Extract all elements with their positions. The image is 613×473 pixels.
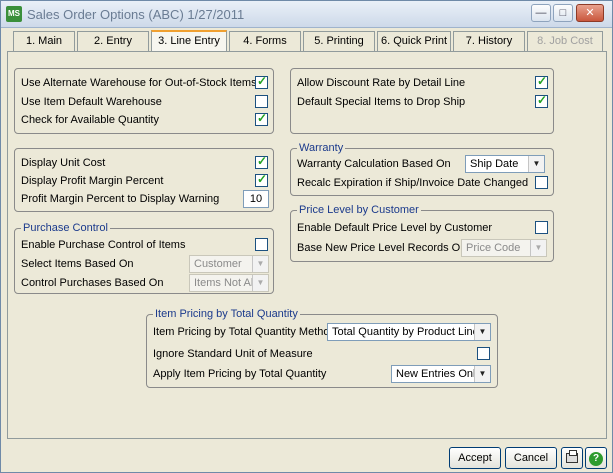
warranty-calc-label: Warranty Calculation Based On xyxy=(297,158,451,170)
chevron-down-icon: ▼ xyxy=(474,366,490,382)
pricing-method-select[interactable]: Total Quantity by Product Line ▼ xyxy=(327,323,491,341)
recalc-expiration-label: Recalc Expiration if Ship/Invoice Date C… xyxy=(297,177,529,189)
line-entry-panel: Use Alternate Warehouse for Out-of-Stock… xyxy=(7,51,607,439)
item-pricing-group: Item Pricing by Total Quantity Item Pric… xyxy=(146,308,498,388)
accept-button[interactable]: Accept xyxy=(449,447,501,469)
chevron-down-icon: ▼ xyxy=(530,240,546,256)
price-level-legend: Price Level by Customer xyxy=(297,204,421,216)
enable-purchase-control-label: Enable Purchase Control of Items xyxy=(21,239,186,251)
enable-purchase-control-checkbox[interactable] xyxy=(255,238,268,251)
purchase-control-group: Purchase Control Enable Purchase Control… xyxy=(14,222,274,294)
purchase-control-legend: Purchase Control xyxy=(21,222,110,234)
maximize-button[interactable]: □ xyxy=(553,4,573,22)
warranty-calc-select[interactable]: Ship Date ▼ xyxy=(465,155,545,173)
tab-history[interactable]: 7. History xyxy=(453,31,525,51)
item-pricing-legend: Item Pricing by Total Quantity xyxy=(153,308,300,320)
pricing-method-label: Item Pricing by Total Quantity Method xyxy=(153,326,336,338)
tab-forms[interactable]: 4. Forms xyxy=(229,31,301,51)
base-price-level-select: Price Code ▼ xyxy=(461,239,547,257)
item-default-warehouse-checkbox[interactable] xyxy=(255,95,268,108)
apply-pricing-label: Apply Item Pricing by Total Quantity xyxy=(153,368,327,380)
display-unit-cost-checkbox[interactable] xyxy=(255,154,268,169)
help-icon: ? xyxy=(589,452,603,466)
help-button[interactable]: ? xyxy=(585,447,607,469)
app-icon: MS xyxy=(6,6,22,22)
select-items-select: Customer ▼ xyxy=(189,255,269,273)
warehouse-group: Use Alternate Warehouse for Out-of-Stock… xyxy=(14,68,274,134)
print-button[interactable] xyxy=(561,447,583,469)
window-title: Sales Order Options (ABC) 1/27/2011 xyxy=(27,7,245,22)
warranty-calc-value: Ship Date xyxy=(470,158,519,170)
tab-main[interactable]: 1. Main xyxy=(13,31,75,51)
discount-group: Allow Discount Rate by Detail Line Defau… xyxy=(290,68,554,134)
display-unit-cost-label: Display Unit Cost xyxy=(21,157,106,169)
tab-quick-print[interactable]: 6. Quick Print xyxy=(377,31,451,51)
warranty-legend: Warranty xyxy=(297,142,346,154)
warranty-group: Warranty Warranty Calculation Based On S… xyxy=(290,142,554,196)
check-quantity-label: Check for Available Quantity xyxy=(21,114,159,126)
drop-ship-label: Default Special Items to Drop Ship xyxy=(297,96,466,108)
tab-strip: 1. Main 2. Entry 3. Line Entry 4. Forms … xyxy=(7,30,607,52)
enable-price-level-label: Enable Default Price Level by Customer xyxy=(297,222,493,234)
recalc-expiration-checkbox[interactable] xyxy=(535,176,548,189)
display-profit-margin-label: Display Profit Margin Percent xyxy=(21,175,164,187)
chevron-down-icon: ▼ xyxy=(474,324,490,340)
base-price-level-value: Price Code xyxy=(466,242,521,254)
item-default-warehouse-label: Use Item Default Warehouse xyxy=(21,96,162,108)
ignore-uom-label: Ignore Standard Unit of Measure xyxy=(153,348,313,360)
price-level-group: Price Level by Customer Enable Default P… xyxy=(290,204,554,262)
allow-discount-label: Allow Discount Rate by Detail Line xyxy=(297,77,466,89)
profit-warning-input[interactable]: 10 xyxy=(243,190,269,208)
base-price-level-label: Base New Price Level Records On xyxy=(297,242,467,254)
pricing-method-value: Total Quantity by Product Line xyxy=(332,326,479,338)
drop-ship-checkbox[interactable] xyxy=(535,93,548,108)
enable-price-level-checkbox[interactable] xyxy=(535,221,548,234)
printer-icon xyxy=(566,450,578,463)
allow-discount-checkbox[interactable] xyxy=(535,74,548,89)
alt-warehouse-checkbox[interactable] xyxy=(255,74,268,89)
close-button[interactable]: ✕ xyxy=(576,4,604,22)
chevron-down-icon: ▼ xyxy=(528,156,544,172)
select-items-label: Select Items Based On xyxy=(21,258,134,270)
chevron-down-icon: ▼ xyxy=(252,275,268,291)
chevron-down-icon: ▼ xyxy=(252,256,268,272)
cancel-button[interactable]: Cancel xyxy=(505,447,557,469)
tab-entry[interactable]: 2. Entry xyxy=(77,31,149,51)
select-items-value: Customer xyxy=(194,258,242,270)
tab-line-entry[interactable]: 3. Line Entry xyxy=(151,30,227,52)
ignore-uom-checkbox[interactable] xyxy=(477,347,490,360)
apply-pricing-value: New Entries Only xyxy=(396,368,481,380)
tab-printing[interactable]: 5. Printing xyxy=(303,31,375,51)
check-quantity-checkbox[interactable] xyxy=(255,111,268,126)
title-bar: MS Sales Order Options (ABC) 1/27/2011 —… xyxy=(1,1,612,28)
sales-order-options-window: MS Sales Order Options (ABC) 1/27/2011 —… xyxy=(0,0,613,473)
control-purchases-select: Items Not Allowed ▼ xyxy=(189,274,269,292)
control-purchases-label: Control Purchases Based On xyxy=(21,277,164,289)
display-profit-margin-checkbox[interactable] xyxy=(255,172,268,187)
tab-job-cost: 8. Job Cost xyxy=(527,31,603,51)
minimize-button[interactable]: — xyxy=(531,4,551,22)
apply-pricing-select[interactable]: New Entries Only ▼ xyxy=(391,365,491,383)
cost-display-group: Display Unit Cost Display Profit Margin … xyxy=(14,148,274,212)
alt-warehouse-label: Use Alternate Warehouse for Out-of-Stock… xyxy=(21,77,257,89)
profit-warning-label: Profit Margin Percent to Display Warning xyxy=(21,193,220,205)
